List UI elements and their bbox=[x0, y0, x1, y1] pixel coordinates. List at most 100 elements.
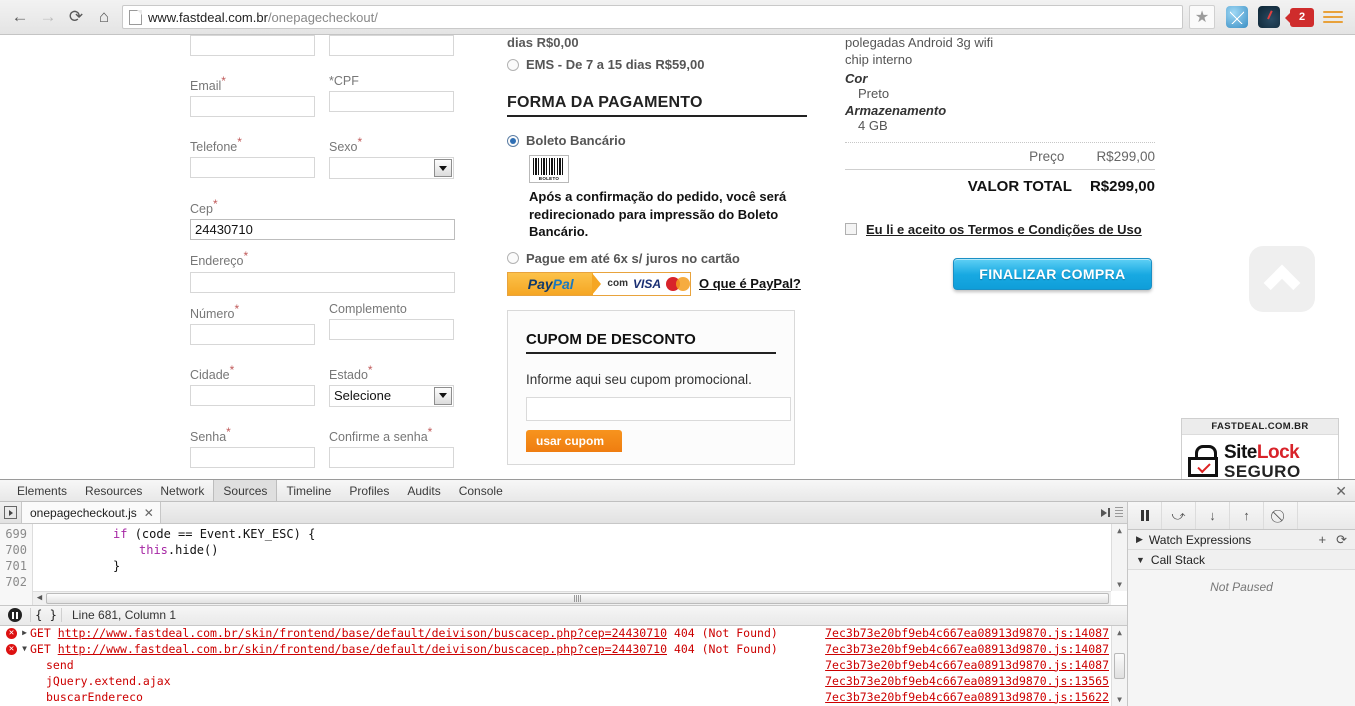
field-input-stub-1[interactable] bbox=[190, 35, 315, 56]
code-editor[interactable]: 699 700 701 702 if (code == Event.KEY_ES… bbox=[0, 524, 1127, 605]
call-stack-header[interactable]: ▼ Call Stack bbox=[1128, 550, 1355, 570]
step-into-icon[interactable]: ↓ bbox=[1196, 502, 1230, 529]
sexo-select[interactable] bbox=[329, 157, 454, 180]
source-link[interactable]: 7ec3b73e20bf9eb4c667ea08913d9870.js:1408… bbox=[825, 642, 1109, 656]
finalize-purchase-button[interactable]: FINALIZAR COMPRA bbox=[953, 257, 1152, 290]
close-icon[interactable]: ✕ bbox=[144, 506, 154, 520]
forward-button[interactable]: → bbox=[34, 4, 62, 30]
use-coupon-button[interactable]: usar cupom bbox=[526, 429, 622, 452]
shipping-option-ems[interactable]: EMS - De 7 a 15 dias R$59,00 bbox=[507, 57, 807, 72]
code-line: this.hide() bbox=[139, 543, 219, 557]
tab-audits[interactable]: Audits bbox=[398, 480, 449, 501]
reload-button[interactable]: ⟳ bbox=[62, 4, 90, 30]
payment-option-card[interactable]: Pague em até 6x s/ juros no cartão bbox=[507, 251, 807, 266]
radio-ems-icon[interactable] bbox=[507, 58, 519, 71]
senha-input[interactable] bbox=[190, 447, 315, 469]
pause-resume-icon[interactable] bbox=[1128, 502, 1162, 529]
scroll-down-arrow-icon[interactable]: ▼ bbox=[1117, 695, 1122, 704]
sitelock-brand-lock: Lock bbox=[1256, 441, 1300, 463]
back-button[interactable]: ← bbox=[6, 4, 34, 30]
console-messages: ✕ ▶ GET http://www.fastdeal.com.br/skin/… bbox=[0, 625, 1127, 706]
navigator-toggle-icon[interactable] bbox=[0, 502, 22, 523]
field-input-stub-2[interactable] bbox=[329, 35, 454, 56]
scroll-up-arrow-icon[interactable]: ▲ bbox=[1117, 526, 1122, 535]
step-out-icon[interactable]: ↑ bbox=[1230, 502, 1264, 529]
expand-arrow-icon[interactable]: ▶ bbox=[20, 628, 29, 637]
console-message-row[interactable]: ✕ ▶ GET http://www.fastdeal.com.br/skin/… bbox=[0, 626, 1127, 642]
source-file-tab[interactable]: onepagecheckout.js ✕ bbox=[22, 502, 161, 523]
stack-frame-source[interactable]: 7ec3b73e20bf9eb4c667ea08913d9870.js:1562… bbox=[825, 690, 1109, 704]
watch-expressions-header[interactable]: ▶ Watch Expressions + ⟳ bbox=[1128, 530, 1355, 550]
cidade-input[interactable] bbox=[190, 384, 315, 406]
confirme-senha-input[interactable] bbox=[329, 447, 454, 469]
paypal-badge[interactable]: PayPal com VISA bbox=[507, 271, 691, 296]
scroll-left-arrow-icon[interactable]: ◀ bbox=[33, 593, 46, 603]
pretty-print-button[interactable]: { } bbox=[30, 608, 62, 622]
pause-on-exceptions-button[interactable] bbox=[0, 608, 30, 622]
close-icon[interactable]: ✕ bbox=[1335, 483, 1347, 500]
tab-resources[interactable]: Resources bbox=[76, 480, 151, 501]
console-vertical-scrollbar[interactable]: ▲ ▼ bbox=[1111, 625, 1127, 706]
email-input[interactable] bbox=[190, 96, 315, 118]
code-horizontal-scrollbar[interactable]: ◀ bbox=[33, 590, 1111, 605]
address-bar[interactable]: www.fastdeal.com.br/onepagecheckout/ bbox=[122, 5, 1183, 29]
extension-badge-icon[interactable]: 2 bbox=[1285, 7, 1314, 27]
home-button[interactable]: ⌂ bbox=[90, 4, 118, 30]
required-marker: * bbox=[427, 424, 433, 439]
request-url[interactable]: http://www.fastdeal.com.br/skin/frontend… bbox=[58, 642, 667, 656]
source-link[interactable]: 7ec3b73e20bf9eb4c667ea08913d9870.js:1408… bbox=[825, 626, 1109, 640]
label-confirme-senha: Confirme a senha* bbox=[329, 424, 433, 445]
stack-frame-source[interactable]: 7ec3b73e20bf9eb4c667ea08913d9870.js:1408… bbox=[825, 658, 1109, 672]
collapse-arrow-icon[interactable]: ▼ bbox=[20, 644, 29, 653]
label-cep: Cep* bbox=[190, 197, 218, 217]
stack-frame-source[interactable]: 7ec3b73e20bf9eb4c667ea08913d9870.js:1356… bbox=[825, 674, 1109, 688]
coupon-input[interactable] bbox=[526, 396, 791, 421]
label-cpf: *CPF bbox=[329, 74, 359, 88]
tab-console[interactable]: Console bbox=[450, 480, 512, 501]
code-vertical-scrollbar[interactable]: ▲ ▼ bbox=[1111, 524, 1127, 591]
extension-speedometer-icon[interactable] bbox=[1258, 6, 1280, 28]
endereco-input[interactable] bbox=[190, 271, 455, 293]
extension-icon-1[interactable] bbox=[1226, 6, 1248, 28]
telefone-input[interactable] bbox=[190, 157, 315, 179]
terms-checkbox[interactable] bbox=[845, 222, 857, 235]
sitelock-badge[interactable]: FASTDEAL.COM.BR SiteLock SEGURO Aprovado… bbox=[1181, 418, 1339, 479]
request-url[interactable]: http://www.fastdeal.com.br/skin/frontend… bbox=[58, 626, 667, 640]
pause-icon bbox=[8, 608, 22, 622]
tab-network[interactable]: Network bbox=[151, 480, 213, 501]
payment-option-boleto[interactable]: Boleto Bancário bbox=[507, 133, 807, 148]
console-message-row[interactable]: ✕ ▼ GET http://www.fastdeal.com.br/skin/… bbox=[0, 642, 1127, 658]
browser-menu-icon[interactable] bbox=[1323, 8, 1343, 26]
scroll-to-top-button[interactable] bbox=[1249, 246, 1315, 312]
total-label: VALOR TOTAL bbox=[967, 177, 1072, 195]
tab-sources[interactable]: Sources bbox=[213, 480, 278, 501]
devtools-tabbar: Elements Resources Network Sources Timel… bbox=[0, 480, 1355, 502]
estado-select[interactable]: Selecione bbox=[329, 384, 454, 407]
scrollbar-thumb[interactable] bbox=[1114, 652, 1125, 679]
scroll-down-arrow-icon[interactable]: ▼ bbox=[1117, 580, 1122, 589]
paypal-info-link[interactable]: O que é PayPal? bbox=[699, 272, 801, 296]
step-over-icon[interactable]: ⤻ bbox=[1162, 502, 1196, 529]
cep-input[interactable] bbox=[190, 219, 455, 241]
scroll-up-arrow-icon[interactable]: ▲ bbox=[1117, 628, 1122, 637]
scrollbar-thumb[interactable] bbox=[46, 592, 1109, 604]
numero-input[interactable] bbox=[190, 323, 315, 345]
resize-grip[interactable] bbox=[1115, 506, 1123, 519]
refresh-watch-icon[interactable]: ⟳ bbox=[1336, 532, 1347, 548]
required-marker: * bbox=[243, 249, 249, 264]
terms-link[interactable]: Eu li e aceito os Termos e Condições de … bbox=[866, 221, 1142, 240]
radio-boleto-icon[interactable] bbox=[507, 134, 519, 147]
tab-elements[interactable]: Elements bbox=[8, 480, 76, 501]
cpf-input[interactable] bbox=[329, 91, 454, 112]
deactivate-breakpoints-icon[interactable]: ⃠ bbox=[1264, 502, 1298, 529]
radio-card-icon[interactable] bbox=[507, 252, 519, 265]
tab-profiles[interactable]: Profiles bbox=[340, 480, 398, 501]
label-cidade: Cidade* bbox=[190, 362, 235, 382]
complemento-input[interactable] bbox=[329, 318, 454, 340]
bookmark-star-icon[interactable]: ★ bbox=[1189, 5, 1215, 29]
label-email: Email* bbox=[190, 74, 226, 94]
step-over-icon[interactable] bbox=[1095, 503, 1115, 523]
add-watch-icon[interactable]: + bbox=[1319, 532, 1327, 548]
tab-timeline[interactable]: Timeline bbox=[277, 480, 340, 501]
chevron-down-icon bbox=[434, 386, 452, 405]
